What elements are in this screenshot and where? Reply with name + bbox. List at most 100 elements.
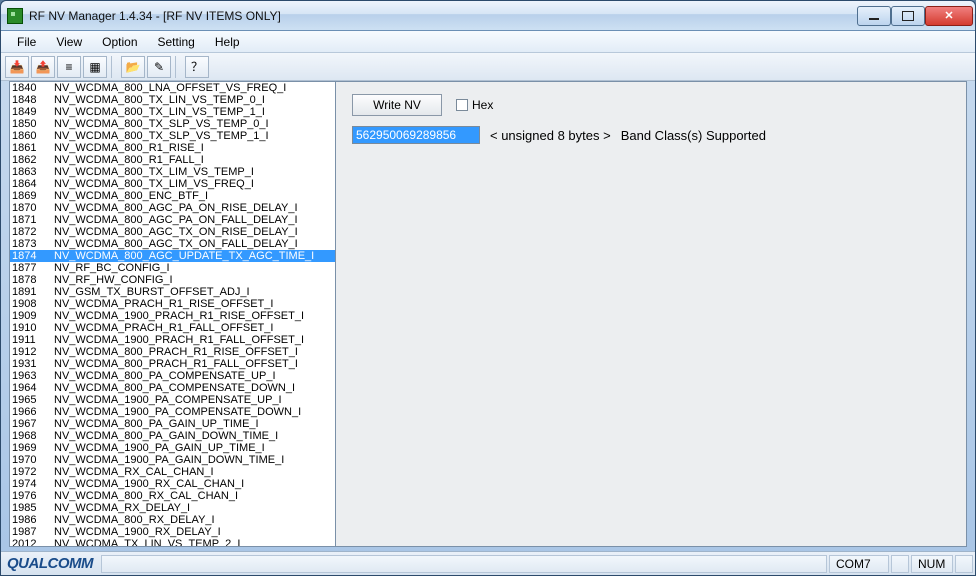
item-id: 1985	[12, 502, 54, 514]
item-name: NV_WCDMA_1900_PA_COMPENSATE_DOWN_I	[54, 406, 335, 418]
item-name: NV_WCDMA_PRACH_R1_FALL_OFFSET_I	[54, 322, 335, 334]
list-item[interactable]: 1862NV_WCDMA_800_R1_FALL_I	[10, 154, 335, 166]
item-name: NV_WCDMA_800_ENC_BTF_I	[54, 190, 335, 202]
edit-icon[interactable]: ✎	[147, 56, 171, 78]
list-item[interactable]: 2012NV_WCDMA_TX_LIN_VS_TEMP_2_I	[10, 538, 335, 546]
menubar: File View Option Setting Help	[1, 31, 975, 53]
item-name: NV_WCDMA_800_AGC_PA_ON_RISE_DELAY_I	[54, 202, 335, 214]
list-item[interactable]: 1878NV_RF_HW_CONFIG_I	[10, 274, 335, 286]
item-id: 1968	[12, 430, 54, 442]
status-spacer	[101, 555, 827, 573]
menu-file[interactable]: File	[7, 33, 46, 51]
list-item[interactable]: 1877NV_RF_BC_CONFIG_I	[10, 262, 335, 274]
item-id: 2012	[12, 538, 54, 546]
help-icon[interactable]: ？	[185, 56, 209, 78]
list-item[interactable]: 1861NV_WCDMA_800_R1_RISE_I	[10, 142, 335, 154]
list-item[interactable]: 1963NV_WCDMA_800_PA_COMPENSATE_UP_I	[10, 370, 335, 382]
client-area: 1840NV_WCDMA_800_LNA_OFFSET_VS_FREQ_I184…	[9, 81, 967, 547]
open-icon[interactable]: 📂	[121, 56, 145, 78]
read-nv-icon[interactable]: 📥	[5, 56, 29, 78]
list-item[interactable]: 1972NV_WCDMA_RX_CAL_CHAN_I	[10, 466, 335, 478]
item-name: NV_WCDMA_800_TX_SLP_VS_TEMP_0_I	[54, 118, 335, 130]
detail-pane: Write NV Hex 562950069289856 < unsigned …	[336, 82, 966, 546]
item-id: 1877	[12, 262, 54, 274]
item-id: 1878	[12, 274, 54, 286]
maximize-button[interactable]	[891, 6, 925, 26]
list-item[interactable]: 1863NV_WCDMA_800_TX_LIM_VS_TEMP_I	[10, 166, 335, 178]
value-desc: Band Class(s) Supported	[621, 128, 766, 143]
item-id: 1871	[12, 214, 54, 226]
write-nv-icon[interactable]: 📤	[31, 56, 55, 78]
menu-view[interactable]: View	[46, 33, 92, 51]
item-name: NV_WCDMA_TX_LIN_VS_TEMP_2_I	[54, 538, 335, 546]
list-item[interactable]: 1874NV_WCDMA_800_AGC_UPDATE_TX_AGC_TIME_…	[10, 250, 335, 262]
main-window: RF NV Manager 1.4.34 - [RF NV ITEMS ONLY…	[0, 0, 976, 576]
write-nv-button[interactable]: Write NV	[352, 94, 442, 116]
item-id: 1931	[12, 358, 54, 370]
list-item[interactable]: 1966NV_WCDMA_1900_PA_COMPENSATE_DOWN_I	[10, 406, 335, 418]
item-id: 1840	[12, 82, 54, 94]
list-item[interactable]: 1987NV_WCDMA_1900_RX_DELAY_I	[10, 526, 335, 538]
list-item[interactable]: 1872NV_WCDMA_800_AGC_TX_ON_RISE_DELAY_I	[10, 226, 335, 238]
list-item[interactable]: 1910NV_WCDMA_PRACH_R1_FALL_OFFSET_I	[10, 322, 335, 334]
menu-help[interactable]: Help	[205, 33, 250, 51]
list-item[interactable]: 1908NV_WCDMA_PRACH_R1_RISE_OFFSET_I	[10, 298, 335, 310]
item-name: NV_WCDMA_800_PA_GAIN_DOWN_TIME_I	[54, 430, 335, 442]
item-id: 1972	[12, 466, 54, 478]
menu-option[interactable]: Option	[92, 33, 147, 51]
list-item[interactable]: 1912NV_WCDMA_800_PRACH_R1_RISE_OFFSET_I	[10, 346, 335, 358]
item-id: 1891	[12, 286, 54, 298]
item-id: 1986	[12, 514, 54, 526]
item-id: 1869	[12, 190, 54, 202]
grid-icon[interactable]: ▦	[83, 56, 107, 78]
list-item[interactable]: 1870NV_WCDMA_800_AGC_PA_ON_RISE_DELAY_I	[10, 202, 335, 214]
list-item[interactable]: 1909NV_WCDMA_1900_PRACH_R1_RISE_OFFSET_I	[10, 310, 335, 322]
item-id: 1849	[12, 106, 54, 118]
list-item[interactable]: 1849NV_WCDMA_800_TX_LIN_VS_TEMP_1_I	[10, 106, 335, 118]
item-name: NV_WCDMA_1900_PA_COMPENSATE_UP_I	[54, 394, 335, 406]
app-icon	[7, 8, 23, 24]
list-item[interactable]: 1976NV_WCDMA_800_RX_CAL_CHAN_I	[10, 490, 335, 502]
item-name: NV_WCDMA_800_PRACH_R1_RISE_OFFSET_I	[54, 346, 335, 358]
list-item[interactable]: 1848NV_WCDMA_800_TX_LIN_VS_TEMP_0_I	[10, 94, 335, 106]
item-id: 1848	[12, 94, 54, 106]
list-item[interactable]: 1968NV_WCDMA_800_PA_GAIN_DOWN_TIME_I	[10, 430, 335, 442]
list-icon[interactable]: ≡	[57, 56, 81, 78]
list-item[interactable]: 1969NV_WCDMA_1900_PA_GAIN_UP_TIME_I	[10, 442, 335, 454]
list-item[interactable]: 1864NV_WCDMA_800_TX_LIM_VS_FREQ_I	[10, 178, 335, 190]
value-input[interactable]: 562950069289856	[352, 126, 480, 144]
item-id: 1963	[12, 370, 54, 382]
list-item[interactable]: 1860NV_WCDMA_800_TX_SLP_VS_TEMP_1_I	[10, 130, 335, 142]
list-item[interactable]: 1931NV_WCDMA_800_PRACH_R1_FALL_OFFSET_I	[10, 358, 335, 370]
item-id: 1860	[12, 130, 54, 142]
close-button[interactable]	[925, 6, 973, 26]
menu-setting[interactable]: Setting	[148, 33, 205, 51]
list-item[interactable]: 1850NV_WCDMA_800_TX_SLP_VS_TEMP_0_I	[10, 118, 335, 130]
item-id: 1870	[12, 202, 54, 214]
hex-checkbox[interactable]	[456, 99, 468, 111]
item-id: 1970	[12, 454, 54, 466]
list-item[interactable]: 1840NV_WCDMA_800_LNA_OFFSET_VS_FREQ_I	[10, 82, 335, 94]
list-item[interactable]: 1970NV_WCDMA_1900_PA_GAIN_DOWN_TIME_I	[10, 454, 335, 466]
status-empty1	[891, 555, 909, 573]
item-name: NV_WCDMA_800_PA_COMPENSATE_UP_I	[54, 370, 335, 382]
list-item[interactable]: 1986NV_WCDMA_800_RX_DELAY_I	[10, 514, 335, 526]
item-name: NV_WCDMA_1900_PA_GAIN_UP_TIME_I	[54, 442, 335, 454]
list-item[interactable]: 1911NV_WCDMA_1900_PRACH_R1_FALL_OFFSET_I	[10, 334, 335, 346]
list-item[interactable]: 1891NV_GSM_TX_BURST_OFFSET_ADJ_I	[10, 286, 335, 298]
list-item[interactable]: 1965NV_WCDMA_1900_PA_COMPENSATE_UP_I	[10, 394, 335, 406]
list-item[interactable]: 1964NV_WCDMA_800_PA_COMPENSATE_DOWN_I	[10, 382, 335, 394]
list-item[interactable]: 1985NV_WCDMA_RX_DELAY_I	[10, 502, 335, 514]
item-name: NV_WCDMA_800_LNA_OFFSET_VS_FREQ_I	[54, 82, 335, 94]
item-name: NV_WCDMA_800_PRACH_R1_FALL_OFFSET_I	[54, 358, 335, 370]
titlebar[interactable]: RF NV Manager 1.4.34 - [RF NV ITEMS ONLY…	[1, 1, 975, 31]
item-name: NV_WCDMA_800_R1_FALL_I	[54, 154, 335, 166]
item-id: 1862	[12, 154, 54, 166]
list-item[interactable]: 1871NV_WCDMA_800_AGC_PA_ON_FALL_DELAY_I	[10, 214, 335, 226]
list-item[interactable]: 1873NV_WCDMA_800_AGC_TX_ON_FALL_DELAY_I	[10, 238, 335, 250]
list-item[interactable]: 1974NV_WCDMA_1900_RX_CAL_CHAN_I	[10, 478, 335, 490]
nv-listbox[interactable]: 1840NV_WCDMA_800_LNA_OFFSET_VS_FREQ_I184…	[10, 82, 335, 546]
list-item[interactable]: 1967NV_WCDMA_800_PA_GAIN_UP_TIME_I	[10, 418, 335, 430]
minimize-button[interactable]	[857, 6, 891, 26]
list-item[interactable]: 1869NV_WCDMA_800_ENC_BTF_I	[10, 190, 335, 202]
